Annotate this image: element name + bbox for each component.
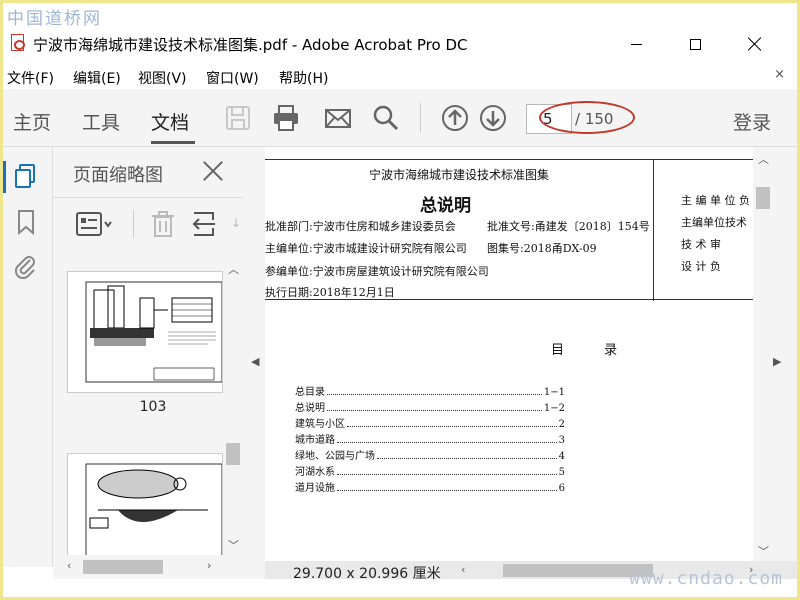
close-window-button[interactable]	[732, 31, 778, 57]
toc-entry[interactable]: 河湖水系 5	[295, 463, 565, 478]
title-block: 宁波市海绵城市建设技术标准图集 总说明 批准部门:宁波市住房和城乡建设委员会 批…	[265, 159, 753, 301]
approval-dept: 批准部门:宁波市住房和城乡建设委员会	[265, 220, 456, 233]
thumbnail-vertical-scrollbar[interactable]: ︿ ﹀	[223, 257, 243, 555]
thumbnail-horizontal-scrollbar[interactable]: ‹ ›	[53, 557, 223, 577]
right-column-line: 主 编 单 位 负	[681, 194, 750, 207]
attachment-icon[interactable]	[13, 253, 39, 279]
save-icon[interactable]	[224, 104, 252, 132]
acrobat-window: 中国道桥网 宁波市海绵城市建设技术标准图集.pdf - Adobe Acroba…	[3, 3, 797, 597]
scroll-right-icon[interactable]: ›	[207, 559, 211, 572]
rail-active-indicator	[3, 161, 6, 193]
tools-separator	[133, 210, 134, 238]
print-icon[interactable]	[272, 104, 300, 132]
thumbnails-pane-title: 页面缩略图	[73, 165, 163, 186]
menu-view[interactable]: 视图(V)	[138, 68, 187, 88]
right-column-line: 主编单位技术	[681, 216, 747, 229]
pages-icon[interactable]	[13, 163, 39, 189]
scroll-left-icon[interactable]: ‹	[67, 559, 71, 572]
expand-right-pane-icon[interactable]: ▶	[773, 355, 781, 368]
active-tab-indicator	[151, 141, 195, 144]
tab-home[interactable]: 主页	[13, 108, 51, 135]
more-tools-icon[interactable]: ↓	[231, 216, 241, 230]
title-bar: 中国道桥网 宁波市海绵城市建设技术标准图集.pdf - Adobe Acroba…	[3, 3, 797, 63]
toc-entry[interactable]: 道月设施 6	[295, 479, 565, 494]
minimize-button[interactable]	[613, 31, 659, 57]
email-icon[interactable]	[324, 104, 352, 132]
scroll-down-icon[interactable]: ﹀	[758, 543, 769, 559]
section-title: 总说明	[420, 196, 471, 216]
menu-help[interactable]: 帮助(H)	[279, 68, 328, 88]
toc-entry[interactable]: 总目录 1−1	[295, 383, 565, 398]
title-block-divider	[653, 160, 654, 301]
window-title: 宁波市海绵城市建设技术标准图集.pdf - Adobe Acrobat Pro …	[33, 36, 468, 54]
thumbnails-toolbar: ↓	[53, 197, 243, 255]
effective-date: 执行日期:2018年12月1日	[265, 286, 395, 299]
toc-entry[interactable]: 总说明 1−2	[295, 399, 565, 414]
tab-document[interactable]: 文档	[151, 108, 189, 135]
right-column-line: 技 术 审	[681, 238, 721, 251]
chief-editor-unit: 主编单位:宁波市城建设计研究院有限公司	[265, 242, 467, 255]
toc-entry[interactable]: 城市道路 3	[295, 431, 565, 446]
scroll-thumb[interactable]	[756, 187, 770, 209]
menu-edit[interactable]: 编辑(E)	[73, 68, 121, 88]
menu-window[interactable]: 窗口(W)	[206, 68, 259, 88]
delete-icon[interactable]	[149, 210, 177, 238]
watermark-logo: 中国道桥网	[7, 9, 102, 29]
scroll-up-icon[interactable]: ︿	[758, 151, 769, 167]
tab-tools[interactable]: 工具	[82, 108, 120, 135]
left-navigation-rail	[3, 147, 53, 567]
thumbnail-page[interactable]	[67, 271, 223, 393]
toolbar-separator	[420, 103, 421, 133]
page-down-icon[interactable]	[479, 104, 507, 132]
toc-entry[interactable]: 建筑与小区 2	[295, 415, 565, 430]
bookmark-icon[interactable]	[13, 209, 39, 235]
atlas-number: 图集号:2018甬DX-09	[487, 242, 597, 255]
approval-number: 批准文号:甬建发〔2018〕154号	[487, 220, 650, 233]
page-options-icon[interactable]	[75, 210, 115, 238]
highlight-annotation	[539, 101, 635, 134]
close-icon	[748, 37, 762, 51]
search-icon[interactable]	[372, 104, 400, 132]
close-document-icon[interactable]: ×	[774, 67, 785, 82]
maximize-icon	[689, 38, 701, 50]
document-view: ◀ ▶ 宁波市海绵城市建设技术标准图集 总说明 批准部门:宁波市住房和城乡建设委…	[243, 147, 797, 582]
insert-page-icon[interactable]	[191, 210, 217, 238]
close-pane-icon[interactable]	[203, 161, 223, 181]
pdf-file-icon	[11, 34, 25, 51]
collapse-left-pane-icon[interactable]: ◀	[251, 355, 259, 368]
watermark-url: www.cndao.com	[629, 568, 783, 589]
login-button[interactable]: 登录	[733, 108, 771, 135]
thumbnail-page-number: 103	[139, 399, 167, 415]
scroll-down-icon[interactable]: ﹀	[228, 537, 239, 553]
scroll-thumb[interactable]	[83, 560, 163, 574]
toc-heading: 目 录	[551, 343, 636, 358]
toolbar: 主页 工具 文档 5 / 150 登录	[3, 89, 797, 147]
scroll-left-icon[interactable]: ‹	[461, 563, 465, 576]
scroll-up-icon[interactable]: ︿	[228, 261, 239, 277]
scroll-thumb[interactable]	[226, 443, 240, 465]
menu-bar: 文件(F) 编辑(E) 视图(V) 窗口(W) 帮助(H) ×	[3, 63, 797, 89]
atlas-title: 宁波市海绵城市建设技术标准图集	[369, 168, 550, 182]
thumbnail-list: 103	[53, 265, 223, 555]
toc-entry[interactable]: 绿地、公园与广场 4	[295, 447, 565, 462]
page-size-label: 29.700 x 20.996 厘米	[293, 566, 441, 582]
menu-file[interactable]: 文件(F)	[7, 68, 54, 88]
page-up-icon[interactable]	[441, 104, 469, 132]
right-column-line: 设 计 负	[681, 260, 721, 273]
pdf-page: 宁波市海绵城市建设技术标准图集 总说明 批准部门:宁波市住房和城乡建设委员会 批…	[265, 147, 753, 561]
thumbnail-drawing	[85, 463, 223, 555]
thumbnail-drawing	[85, 281, 223, 383]
co-editor-unit: 参编单位:宁波市房屋建筑设计研究院有限公司	[265, 265, 489, 278]
minimize-icon	[630, 43, 642, 45]
maximize-button[interactable]	[672, 31, 718, 57]
thumbnail-page[interactable]	[67, 453, 223, 555]
document-vertical-scrollbar[interactable]: ︿ ﹀	[753, 147, 773, 561]
page-thumbnails-pane: 页面缩略图 ↓ 103 ︿ ﹀ ‹ ›	[53, 147, 243, 579]
